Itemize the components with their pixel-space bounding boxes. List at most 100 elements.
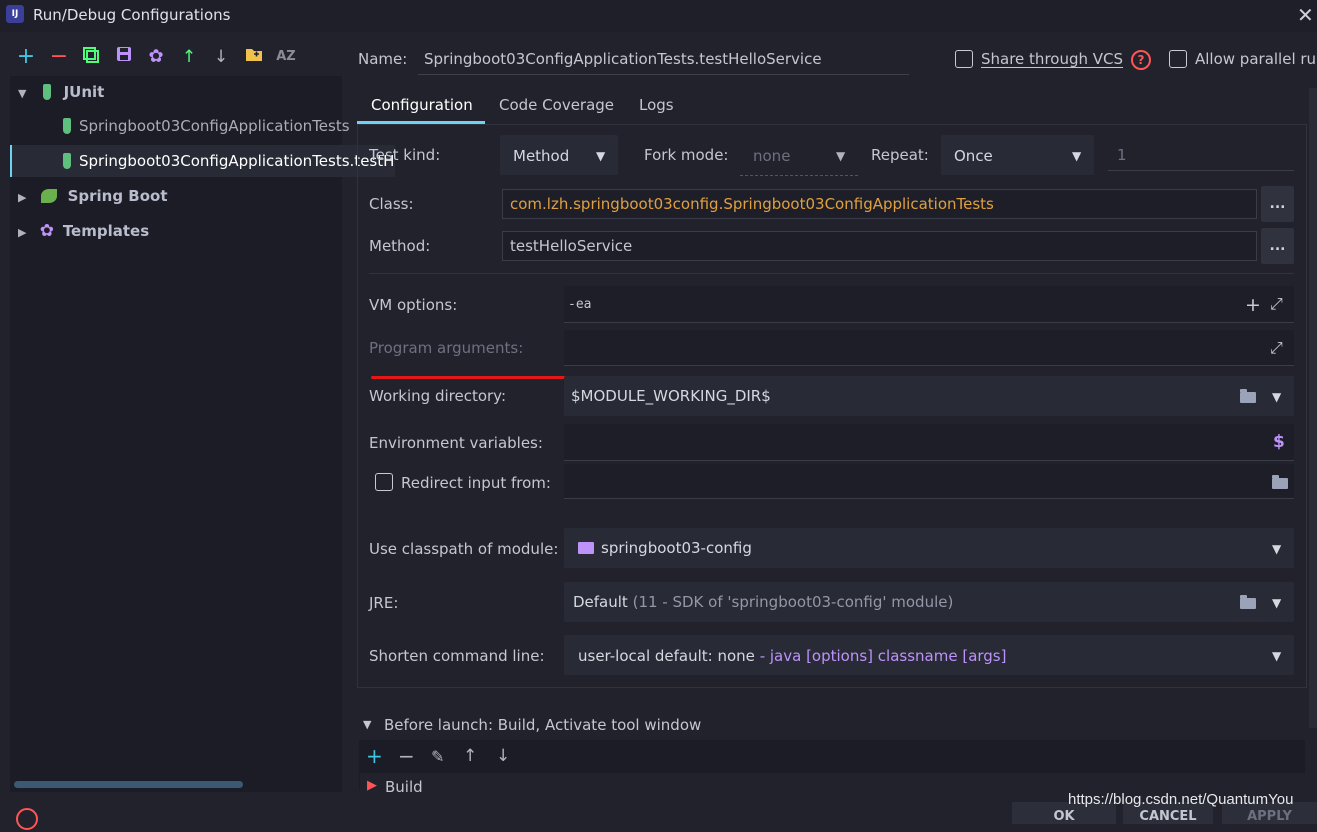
vm-options-label: VM options: xyxy=(369,296,458,314)
chevron-down-icon: ▼ xyxy=(1272,649,1282,663)
chevron-down-icon: ▼ xyxy=(1272,542,1282,556)
allow-parallel-label[interactable]: Allow parallel run xyxy=(1195,50,1317,68)
shorten-value: user-local default: none - java [options… xyxy=(578,647,1006,665)
chevron-right-icon[interactable]: ▶ xyxy=(18,217,32,247)
tree-group-label: Templates xyxy=(62,222,150,240)
class-label: Class: xyxy=(369,195,414,213)
vm-options-value: -ea xyxy=(568,297,592,312)
add-icon[interactable]: + xyxy=(16,46,36,68)
help-icon[interactable]: ? xyxy=(1131,50,1151,70)
help-icon[interactable] xyxy=(16,808,38,830)
close-icon[interactable]: ✕ xyxy=(1297,3,1314,27)
classpath-label: Use classpath of module: xyxy=(369,540,559,558)
watermark: https://blog.csdn.net/QuantumYou xyxy=(1068,791,1294,808)
share-vcs-label[interactable]: Share through VCS xyxy=(981,50,1123,68)
expand-icon[interactable]: ⤢ xyxy=(1270,294,1283,314)
jre-label: JRE: xyxy=(369,594,399,612)
working-directory-label: Working directory: xyxy=(369,387,507,405)
junit-icon xyxy=(42,84,51,100)
environment-variables-input[interactable]: $ xyxy=(564,424,1294,461)
allow-parallel-checkbox[interactable] xyxy=(1169,50,1187,68)
tree-group-label: JUnit xyxy=(63,83,105,101)
chevron-down-icon: ▼ xyxy=(836,149,846,163)
add-icon[interactable]: + xyxy=(366,744,383,768)
repeat-select[interactable]: Once ▼ xyxy=(941,135,1094,175)
remove-icon[interactable]: − xyxy=(398,744,415,768)
arrow-down-icon[interactable]: ↓ xyxy=(211,46,231,68)
test-kind-select[interactable]: Method ▼ xyxy=(500,135,618,175)
fork-mode-select[interactable]: none ▼ xyxy=(740,135,858,176)
share-vcs-checkbox[interactable] xyxy=(955,50,973,68)
tab-logs[interactable]: Logs xyxy=(639,96,674,114)
method-label: Method: xyxy=(369,237,431,255)
tree-item[interactable]: Springboot03ConfigApplicationTests xyxy=(10,110,395,142)
name-label: Name: xyxy=(358,50,408,68)
arrow-up-icon[interactable]: ↑ xyxy=(179,46,199,68)
jre-select[interactable]: Default (11 - SDK of 'springboot03-confi… xyxy=(564,582,1294,622)
configuration-tree: ▼ JUnit Springboot03ConfigApplicationTes… xyxy=(10,76,395,792)
chevron-down-icon: ▼ xyxy=(1072,149,1082,163)
add-icon[interactable]: + xyxy=(1245,294,1261,316)
jre-value-main: Default xyxy=(573,593,628,611)
tree-group-junit[interactable]: ▼ JUnit xyxy=(10,76,350,108)
junit-test-icon xyxy=(63,118,71,134)
tree-group-templates[interactable]: ▶ ✿ Templates xyxy=(10,215,350,247)
vm-options-input[interactable]: -ea + ⤢ xyxy=(564,286,1294,323)
arrow-up-icon[interactable]: ↑ xyxy=(463,746,477,766)
repeat-count-input[interactable]: 1 xyxy=(1108,136,1294,171)
environment-variables-label: Environment variables: xyxy=(369,434,543,452)
program-arguments-label: Program arguments: xyxy=(369,339,524,357)
shorten-command-line-label: Shorten command line: xyxy=(369,647,545,665)
copy-icon[interactable] xyxy=(81,46,101,68)
class-browse-button[interactable]: ... xyxy=(1261,186,1294,222)
folder-icon[interactable] xyxy=(1240,595,1256,609)
chevron-down-icon[interactable]: ▼ xyxy=(1272,390,1281,404)
edit-icon[interactable]: ✎ xyxy=(431,747,444,766)
method-browse-button[interactable]: ... xyxy=(1261,228,1294,264)
shorten-command-line-select[interactable]: user-local default: none - java [options… xyxy=(564,635,1294,675)
redirect-input-field[interactable] xyxy=(564,464,1294,499)
test-kind-label: Test kind: xyxy=(369,146,441,164)
test-kind-value: Method xyxy=(513,147,570,165)
class-value: com.lzh.springboot03config.Springboot03C… xyxy=(510,195,994,213)
tree-item-label: Springboot03ConfigApplicationTests.testH… xyxy=(79,152,395,170)
tree-group-spring-boot[interactable]: ▶ Spring Boot xyxy=(10,180,350,212)
app-icon: IJ xyxy=(6,5,24,23)
spring-boot-icon xyxy=(40,189,57,203)
vertical-scrollbar[interactable] xyxy=(1309,88,1317,728)
sort-az-icon[interactable]: AZ xyxy=(276,46,296,68)
chevron-down-icon[interactable]: ▼ xyxy=(18,78,32,108)
build-icon: ▶ xyxy=(367,778,377,793)
save-icon[interactable] xyxy=(114,46,134,68)
before-launch-item[interactable]: Build xyxy=(385,778,423,793)
chevron-right-icon[interactable]: ▶ xyxy=(18,182,32,212)
arrow-down-icon[interactable]: ↓ xyxy=(496,746,510,766)
program-arguments-input[interactable]: ⤢ xyxy=(564,330,1294,366)
tree-group-label: Spring Boot xyxy=(67,187,168,205)
tab-code-coverage[interactable]: Code Coverage xyxy=(499,96,614,114)
dollar-icon[interactable]: $ xyxy=(1273,432,1285,452)
templates-gear-icon: ✿ xyxy=(39,221,55,241)
tab-configuration[interactable]: Configuration xyxy=(371,96,473,114)
horizontal-scrollbar[interactable] xyxy=(14,781,243,788)
redirect-input-checkbox[interactable] xyxy=(375,473,393,491)
remove-icon[interactable]: − xyxy=(49,46,69,68)
tree-item-selected[interactable]: Springboot03ConfigApplicationTests.testH… xyxy=(10,145,395,177)
chevron-down-icon[interactable]: ▼ xyxy=(363,718,371,731)
before-launch-label[interactable]: Before launch: Build, Activate tool wind… xyxy=(384,716,701,734)
method-input[interactable]: testHelloService xyxy=(502,231,1257,261)
chevron-down-icon[interactable]: ▼ xyxy=(1272,596,1281,610)
module-folder-icon xyxy=(578,542,594,554)
folder-add-icon[interactable] xyxy=(244,46,264,68)
class-input[interactable]: com.lzh.springboot03config.Springboot03C… xyxy=(502,189,1257,219)
redirect-input-label[interactable]: Redirect input from: xyxy=(401,474,551,492)
working-directory-select[interactable]: $MODULE_WORKING_DIR$ ▼ xyxy=(564,376,1294,416)
expand-icon[interactable]: ⤢ xyxy=(1270,338,1283,358)
working-directory-value: $MODULE_WORKING_DIR$ xyxy=(571,387,771,405)
folder-icon[interactable] xyxy=(1240,389,1256,403)
gear-icon[interactable]: ✿ xyxy=(146,46,166,68)
folder-icon[interactable] xyxy=(1272,475,1288,489)
window-title: Run/Debug Configurations xyxy=(33,6,231,24)
repeat-label: Repeat: xyxy=(871,146,929,164)
classpath-module-select[interactable]: springboot03-config ▼ xyxy=(564,528,1294,568)
